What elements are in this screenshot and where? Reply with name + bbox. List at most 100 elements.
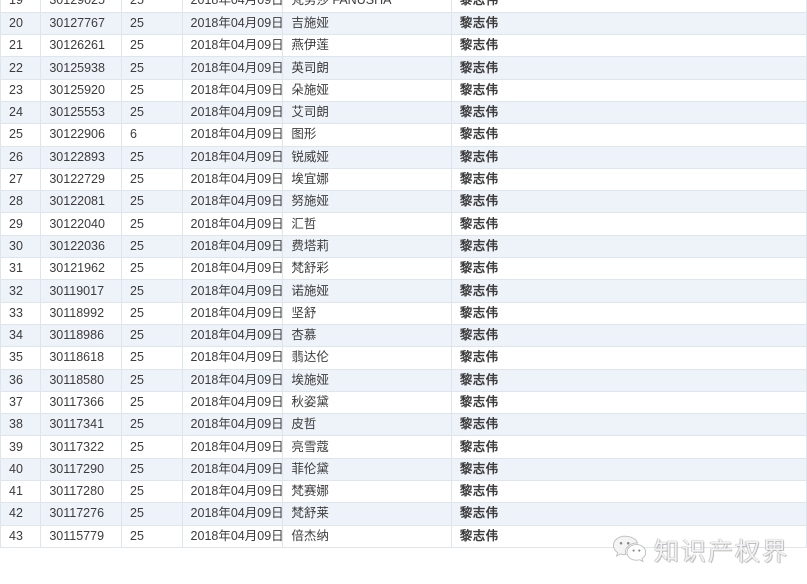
cell-row-index: 39 [0,435,42,459]
table-row[interactable]: 43 30115779 25 2018年04月09日 倍杰纳 黎志伟 [0,525,807,548]
table-row[interactable]: 42 30117276 25 2018年04月09日 梵舒莱 黎志伟 [0,502,807,526]
cell-registration-number[interactable]: 30129025 [40,0,123,13]
table-row[interactable]: 21 30126261 25 2018年04月09日 燕伊莲 黎志伟 [0,34,807,58]
cell-trademark-name[interactable]: 翡达伦 [282,346,452,370]
cell-registration-number[interactable]: 30117280 [40,480,123,504]
table-row[interactable]: 38 30117341 25 2018年04月09日 皮哲 黎志伟 [0,413,807,437]
cell-trademark-name[interactable]: 亮雪蔻 [282,435,452,459]
cell-application-date: 2018年04月09日 [182,123,284,147]
cell-trademark-name[interactable]: 燕伊莲 [282,34,452,58]
table-row[interactable]: 26 30122893 25 2018年04月09日 锐威娅 黎志伟 [0,146,807,169]
table-viewport[interactable]: 19 30129025 25 2018年04月09日 梵努莎 FANUSHA 黎志伟 20 3… [0,0,807,584]
table-row[interactable]: 34 30118986 25 2018年04月09日 杏慕 黎志伟 [0,324,807,348]
cell-trademark-name[interactable]: 秋姿黛 [282,391,452,415]
cell-registration-number[interactable]: 30119017 [40,279,123,303]
cell-nice-class: 25 [121,502,183,526]
cell-application-date: 2018年04月09日 [182,435,284,459]
table-row[interactable]: 28 30122081 25 2018年04月09日 努施娅 黎志伟 [0,190,807,214]
cell-registration-number[interactable]: 30122893 [40,146,123,169]
cell-trademark-name[interactable]: 费塔莉 [282,235,452,259]
cell-registration-number[interactable]: 30117341 [40,413,123,437]
cell-application-date: 2018年04月09日 [182,324,284,348]
table-row[interactable]: 30 30122036 25 2018年04月09日 费塔莉 黎志伟 [0,235,807,259]
cell-row-index: 36 [0,369,42,392]
table-row[interactable]: 20 30127767 25 2018年04月09日 吉施娅 黎志伟 [0,12,807,36]
cell-applicant-agent: 黎志伟 [451,79,807,102]
cell-application-date: 2018年04月09日 [182,190,284,214]
cell-trademark-name[interactable]: 坚舒 [282,302,452,325]
cell-trademark-name[interactable]: 梵舒莱 [282,502,452,526]
cell-trademark-name[interactable]: 梵努莎 FANUSHA [282,0,452,13]
cell-row-index: 27 [0,168,42,192]
cell-registration-number[interactable]: 30126261 [40,34,123,58]
table-row[interactable]: 19 30129025 25 2018年04月09日 梵努莎 FANUSHA 黎志伟 [0,0,807,13]
cell-registration-number[interactable]: 30122906 [40,123,123,147]
cell-row-index: 32 [0,279,42,303]
trademark-table-screen: 19 30129025 25 2018年04月09日 梵努莎 FANUSHA 黎志伟 20 3… [0,0,807,584]
cell-registration-number[interactable]: 30118986 [40,324,123,348]
table-row[interactable]: 41 30117280 25 2018年04月09日 梵赛娜 黎志伟 [0,480,807,504]
cell-nice-class: 25 [121,101,183,125]
cell-registration-number[interactable]: 30117276 [40,502,123,526]
cell-trademark-name[interactable]: 图形 [282,123,452,147]
cell-row-index: 26 [0,146,42,169]
table-row[interactable]: 40 30117290 25 2018年04月09日 菲伦黛 黎志伟 [0,458,807,482]
table-row[interactable]: 25 30122906 6 2018年04月09日 图形 黎志伟 [0,123,807,147]
cell-registration-number[interactable]: 30125938 [40,56,123,80]
table-row[interactable]: 29 30122040 25 2018年04月09日 汇哲 黎志伟 [0,212,807,236]
cell-registration-number[interactable]: 30127767 [40,12,123,36]
cell-trademark-name[interactable]: 杏慕 [282,324,452,348]
cell-registration-number[interactable]: 30118580 [40,369,123,392]
cell-registration-number[interactable]: 30115779 [40,525,123,548]
cell-nice-class: 25 [121,56,183,80]
cell-registration-number[interactable]: 30122729 [40,168,123,192]
table-row[interactable]: 39 30117322 25 2018年04月09日 亮雪蔻 黎志伟 [0,435,807,459]
cell-nice-class: 25 [121,190,183,214]
cell-registration-number[interactable]: 30117366 [40,391,123,415]
cell-application-date: 2018年04月09日 [182,525,284,548]
table-row[interactable]: 32 30119017 25 2018年04月09日 诺施娅 黎志伟 [0,279,807,303]
cell-trademark-name[interactable]: 努施娅 [282,190,452,214]
table-row[interactable]: 22 30125938 25 2018年04月09日 英司朗 黎志伟 [0,56,807,80]
cell-application-date: 2018年04月09日 [182,56,284,80]
table-row[interactable]: 23 30125920 25 2018年04月09日 朵施娅 黎志伟 [0,79,807,102]
cell-trademark-name[interactable]: 诺施娅 [282,279,452,303]
cell-registration-number[interactable]: 30117322 [40,435,123,459]
cell-registration-number[interactable]: 30122040 [40,212,123,236]
cell-application-date: 2018年04月09日 [182,79,284,102]
cell-registration-number[interactable]: 30125920 [40,79,123,102]
cell-trademark-name[interactable]: 汇哲 [282,212,452,236]
cell-row-index: 22 [0,56,42,80]
cell-applicant-agent: 黎志伟 [451,56,807,80]
cell-application-date: 2018年04月09日 [182,302,284,325]
table-row[interactable]: 27 30122729 25 2018年04月09日 埃宜娜 黎志伟 [0,168,807,192]
cell-trademark-name[interactable]: 锐威娅 [282,146,452,169]
cell-trademark-name[interactable]: 菲伦黛 [282,458,452,482]
cell-registration-number[interactable]: 30122081 [40,190,123,214]
cell-trademark-name[interactable]: 吉施娅 [282,12,452,36]
cell-registration-number[interactable]: 30118992 [40,302,123,325]
cell-trademark-name[interactable]: 英司朗 [282,56,452,80]
cell-registration-number[interactable]: 30125553 [40,101,123,125]
cell-application-date: 2018年04月09日 [182,146,284,169]
cell-registration-number[interactable]: 30121962 [40,257,123,281]
table-row[interactable]: 31 30121962 25 2018年04月09日 梵舒彩 黎志伟 [0,257,807,281]
cell-row-index: 23 [0,79,42,102]
table-row[interactable]: 33 30118992 25 2018年04月09日 坚舒 黎志伟 [0,302,807,325]
cell-trademark-name[interactable]: 梵舒彩 [282,257,452,281]
table-row[interactable]: 37 30117366 25 2018年04月09日 秋姿黛 黎志伟 [0,391,807,415]
cell-trademark-name[interactable]: 埃施娅 [282,369,452,392]
cell-trademark-name[interactable]: 朵施娅 [282,79,452,102]
table-row[interactable]: 36 30118580 25 2018年04月09日 埃施娅 黎志伟 [0,369,807,392]
cell-trademark-name[interactable]: 皮哲 [282,413,452,437]
cell-registration-number[interactable]: 30118618 [40,346,123,370]
cell-trademark-name[interactable]: 梵赛娜 [282,480,452,504]
table-row[interactable]: 35 30118618 25 2018年04月09日 翡达伦 黎志伟 [0,346,807,370]
cell-trademark-name[interactable]: 倍杰纳 [282,525,452,548]
cell-registration-number[interactable]: 30117290 [40,458,123,482]
cell-registration-number[interactable]: 30122036 [40,235,123,259]
cell-trademark-name[interactable]: 埃宜娜 [282,168,452,192]
cell-trademark-name[interactable]: 艾司朗 [282,101,452,125]
table-row[interactable]: 24 30125553 25 2018年04月09日 艾司朗 黎志伟 [0,101,807,125]
cell-row-index: 34 [0,324,42,348]
